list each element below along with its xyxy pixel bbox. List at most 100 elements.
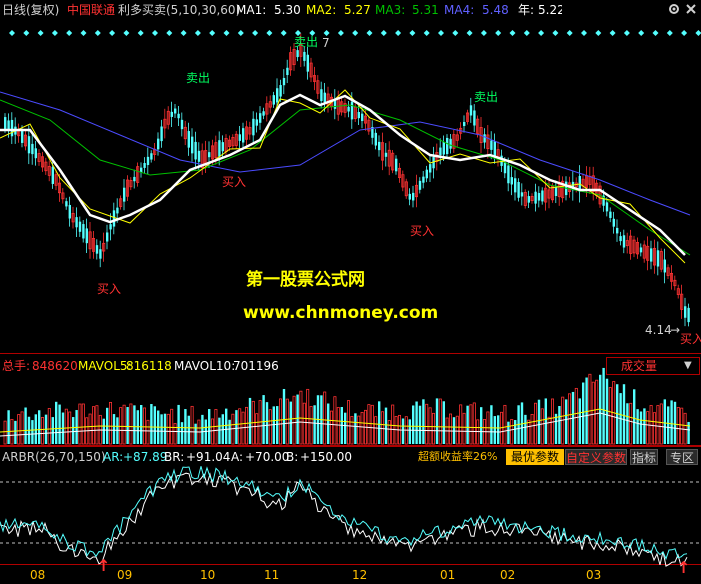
signal-diamond: [223, 30, 230, 36]
volume-bar: [469, 404, 473, 445]
volume-bar: [544, 398, 547, 444]
volume-panel[interactable]: 总手: 848620 MAVOL5: 816118 MAVOL10: 70119…: [0, 354, 701, 446]
candle-body: [483, 134, 486, 143]
volume-bar: [646, 411, 650, 445]
price-chart[interactable]: [0, 0, 701, 354]
volume-bar: [357, 415, 361, 445]
volume-bar: [218, 417, 221, 444]
candle-body: [255, 119, 258, 126]
signal-diamond: [681, 30, 688, 36]
candle-body: [174, 108, 177, 114]
volume-bar: [163, 413, 167, 444]
signal-diamond: [552, 30, 559, 36]
candle-body: [408, 193, 411, 200]
indicator-name: ARBR(26,70,150): [2, 450, 106, 464]
signal-diamond: [623, 30, 630, 36]
candle-body: [656, 250, 660, 267]
candle-body: [31, 143, 34, 155]
candle-body: [106, 232, 109, 242]
signal-diamond: [538, 30, 545, 36]
tab-best-params[interactable]: 最优参数: [506, 449, 564, 465]
volume-bar: [160, 414, 163, 444]
ma2-value: 5.27: [344, 3, 371, 17]
volume-bar: [112, 414, 116, 444]
volume-bar: [667, 406, 670, 444]
close-icon[interactable]: [684, 2, 698, 16]
price-panel[interactable]: 日线(复权) 中国联通 利多买卖(5,10,30,60) MA1: 5.30 M…: [0, 0, 701, 354]
volume-bar: [588, 373, 592, 445]
month-label: 03: [586, 568, 602, 582]
volume-bar: [336, 407, 340, 445]
high-price-label: 7: [322, 36, 330, 50]
candle-body: [622, 235, 626, 248]
volume-bar: [38, 410, 41, 444]
volume-bar: [497, 415, 500, 444]
volume-bar: [680, 407, 684, 445]
volume-bar: [428, 407, 432, 445]
volume-bar: [248, 397, 252, 444]
tab-indicator[interactable]: 指标: [630, 449, 658, 465]
volume-bar: [129, 403, 133, 445]
volume-bar: [683, 412, 687, 445]
mavol10-value: 701196: [233, 359, 279, 373]
volume-bar: [329, 410, 333, 445]
indicator-panel[interactable]: ARBR(26,70,150) AR: +87.89 BR: +91.04 A:…: [0, 446, 701, 584]
signal-diamond: [423, 30, 430, 36]
candle-body: [357, 111, 360, 119]
volume-bar: [374, 416, 378, 445]
candle-body: [95, 245, 99, 254]
candle-body: [123, 187, 126, 202]
volume-bar: [480, 407, 483, 444]
signal-diamond: [352, 30, 359, 36]
candle-body: [146, 156, 150, 166]
candle-body: [347, 106, 350, 112]
candle-body: [194, 141, 197, 160]
tab-zone[interactable]: 专区: [666, 449, 698, 465]
ma4-value: 5.48: [482, 3, 509, 17]
volume-bar: [173, 423, 177, 445]
volume-bar: [102, 418, 105, 444]
candle-body: [350, 101, 354, 120]
volume-bar: [514, 420, 517, 444]
low-price-arrow: →: [670, 323, 681, 337]
buy-signal: 买入: [97, 282, 122, 296]
candle-body: [412, 192, 415, 201]
mavol5-label: MAVOL5:: [78, 359, 132, 373]
tab-custom-params[interactable]: 自定义参数: [565, 449, 627, 465]
volume-dropdown[interactable]: 成交量 ▼: [606, 357, 700, 375]
ar-value: +87.89: [123, 450, 168, 464]
candle-body: [616, 227, 619, 234]
signal-diamond: [409, 30, 416, 36]
volume-bar: [626, 403, 629, 444]
period-label[interactable]: 日线(复权): [2, 3, 59, 17]
volume-bar: [210, 418, 214, 445]
ma2-label: MA2:: [306, 3, 337, 17]
volume-bar: [78, 403, 82, 445]
ar-label: AR:: [103, 450, 124, 464]
volume-bar: [659, 403, 663, 445]
candle-body: [112, 210, 116, 227]
signal-diamond: [51, 30, 58, 36]
watermark-url: www.chnmoney.com: [243, 303, 439, 323]
candle-body: [442, 141, 445, 155]
volume-bar: [472, 402, 476, 445]
volume-bar: [554, 413, 558, 444]
candle-body: [323, 92, 326, 103]
signal-diamond: [237, 30, 244, 36]
gear-icon[interactable]: [667, 2, 681, 16]
volume-bar: [595, 379, 599, 445]
volume-bar: [64, 408, 68, 445]
candle-body: [378, 141, 381, 151]
volume-bar: [126, 407, 129, 444]
volume-bar: [306, 388, 310, 445]
volume-bar: [146, 419, 150, 445]
signal-diamond: [337, 30, 344, 36]
volume-bar: [344, 412, 347, 444]
candle-body: [262, 111, 265, 116]
sell-signal: 卖出: [186, 71, 211, 85]
candle-body: [527, 196, 530, 203]
volume-bar: [391, 404, 395, 445]
candle-body: [306, 54, 309, 72]
volume-bar: [493, 416, 496, 444]
volume-bar: [190, 405, 194, 445]
